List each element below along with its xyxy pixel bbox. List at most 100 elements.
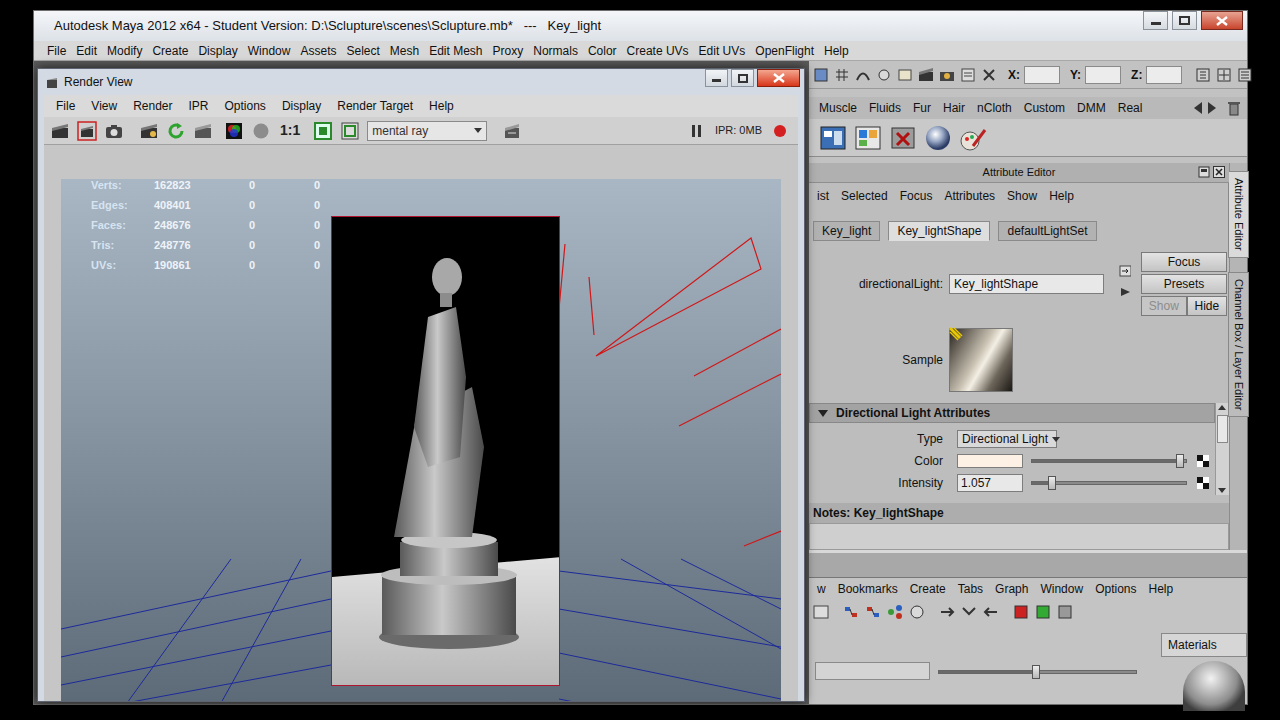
history-icon[interactable] (897, 67, 913, 83)
tool-settings-icon[interactable] (1216, 67, 1232, 83)
shelf-layout-icon[interactable] (854, 124, 882, 152)
shelf-tab[interactable]: Custom (1018, 97, 1071, 119)
frame-image-icon[interactable] (313, 121, 333, 141)
close-icon[interactable] (757, 69, 800, 87)
swatch-grey-icon[interactable] (1057, 604, 1073, 620)
render-viewport[interactable]: Verts:16282300Edges:40840100Faces:248676… (61, 179, 781, 701)
menu-item[interactable]: Mesh (385, 42, 424, 60)
shelf-tab[interactable]: nCloth (971, 97, 1018, 119)
select-mode-icon[interactable] (813, 67, 829, 83)
section-header[interactable]: Directional Light Attributes (809, 403, 1215, 423)
output-icon[interactable] (961, 604, 977, 620)
menu-item[interactable]: Render Target (329, 97, 421, 115)
menu-item[interactable]: Selected (835, 187, 894, 205)
redo-render-icon[interactable] (50, 121, 70, 141)
shelf-right-arrow-icon[interactable] (1208, 102, 1216, 114)
materials-tab[interactable]: Materials (1161, 633, 1247, 657)
color-slider[interactable] (1031, 459, 1187, 463)
scrollbar[interactable] (1215, 403, 1229, 495)
snap-curve-icon[interactable] (855, 67, 871, 83)
swatch-green-icon[interactable] (1035, 604, 1051, 620)
frame-region-icon[interactable] (340, 121, 360, 141)
swatch-size-slider[interactable] (938, 670, 1137, 674)
shelf-tab[interactable]: Fur (907, 97, 937, 119)
ipr-icon[interactable] (939, 67, 955, 83)
graph-icon[interactable] (813, 604, 829, 620)
renderer-dropdown[interactable]: mental ray (367, 121, 487, 141)
shelf-paint-icon[interactable] (959, 124, 987, 152)
attribute-editor-toggle-icon[interactable] (1195, 67, 1211, 83)
menu-item[interactable]: Options (217, 97, 274, 115)
scroll-down-icon[interactable] (1216, 487, 1228, 495)
shelf-tab[interactable]: DMM (1071, 97, 1112, 119)
menu-item[interactable]: Graph (989, 580, 1034, 598)
snap-point-icon[interactable] (876, 67, 892, 83)
menu-item[interactable]: Bookmarks (832, 580, 904, 598)
menu-item[interactable]: Edit Mesh (424, 42, 487, 60)
menu-item[interactable]: Create (147, 42, 193, 60)
minimize-icon[interactable] (1143, 11, 1168, 30)
scroll-thumb[interactable] (1217, 415, 1228, 443)
node-tab[interactable]: Key_light (813, 221, 880, 241)
shelf-tab[interactable]: Fluids (863, 97, 907, 119)
panel-button[interactable]: Presets (1141, 274, 1227, 294)
menu-item[interactable]: Edit UVs (694, 42, 751, 60)
menu-item[interactable]: Help (1043, 187, 1080, 205)
menu-item[interactable]: Color (583, 42, 622, 60)
input-mode-icon[interactable] (981, 67, 997, 83)
menu-item[interactable]: Assets (295, 42, 341, 60)
menu-item[interactable]: Display (274, 97, 329, 115)
render-region-icon[interactable] (77, 121, 97, 141)
intensity-field[interactable]: 1.057 (957, 474, 1023, 492)
menu-item[interactable]: Create (904, 580, 952, 598)
record-icon[interactable] (770, 121, 790, 141)
menu-item[interactable]: Render (125, 97, 180, 115)
menu-item[interactable]: Edit (71, 42, 102, 60)
shelf-tab[interactable]: Real (1112, 97, 1149, 119)
panel-separator[interactable] (809, 550, 1247, 578)
node-name-field[interactable]: Key_lightShape (949, 274, 1104, 294)
minimize-icon[interactable] (705, 69, 728, 87)
snap-grid-icon[interactable] (834, 67, 850, 83)
menu-item[interactable]: Focus (894, 187, 939, 205)
menu-item[interactable]: Attributes (938, 187, 1001, 205)
refresh-icon[interactable] (166, 121, 186, 141)
menu-item[interactable]: Normals (528, 42, 583, 60)
float-icon[interactable] (1198, 166, 1210, 178)
ipr-render-icon[interactable] (139, 121, 159, 141)
menu-item[interactable]: Modify (102, 42, 147, 60)
render-view-window[interactable]: Render View FileViewRenderIPROptionsDisp… (37, 68, 805, 702)
pause-icon[interactable] (687, 121, 707, 141)
notes-field[interactable] (809, 523, 1229, 550)
menu-item[interactable]: Select (341, 42, 384, 60)
slider-handle[interactable] (1048, 476, 1056, 490)
menu-item[interactable]: OpenFlight (750, 42, 819, 60)
output-connection-icon[interactable] (1119, 286, 1131, 298)
render-settings-icon[interactable] (960, 67, 976, 83)
menu-item[interactable]: IPR (181, 97, 217, 115)
maximize-icon[interactable] (731, 69, 754, 87)
side-tab[interactable]: Channel Box / Layer Editor (1228, 272, 1249, 417)
render-icon[interactable] (918, 67, 934, 83)
coordinate-field[interactable] (1085, 66, 1121, 84)
menu-item[interactable]: Proxy (488, 42, 529, 60)
snapshot-icon[interactable] (104, 121, 124, 141)
menu-item[interactable]: Window (243, 42, 296, 60)
expand-arrow-icon[interactable] (818, 410, 828, 417)
shelf-left-arrow-icon[interactable] (1194, 102, 1202, 114)
close-panel-icon[interactable] (1213, 166, 1225, 178)
channel-box-icon[interactable] (1237, 67, 1253, 83)
coordinate-field[interactable] (1146, 66, 1182, 84)
shelf-tab[interactable]: Muscle (813, 97, 863, 119)
render-settings-icon[interactable] (502, 121, 522, 141)
material-preview[interactable] (1183, 661, 1245, 711)
menu-item[interactable]: Help (421, 97, 462, 115)
color-swatch[interactable] (957, 454, 1023, 468)
menu-item[interactable]: Help (819, 42, 854, 60)
side-tab[interactable]: Attribute Editor (1228, 171, 1249, 258)
menu-item[interactable]: Create UVs (622, 42, 694, 60)
graph-down-icon[interactable] (865, 604, 881, 620)
menu-item[interactable]: Help (1143, 580, 1180, 598)
map-button-icon[interactable] (1197, 455, 1209, 467)
coordinate-field[interactable] (1024, 66, 1060, 84)
